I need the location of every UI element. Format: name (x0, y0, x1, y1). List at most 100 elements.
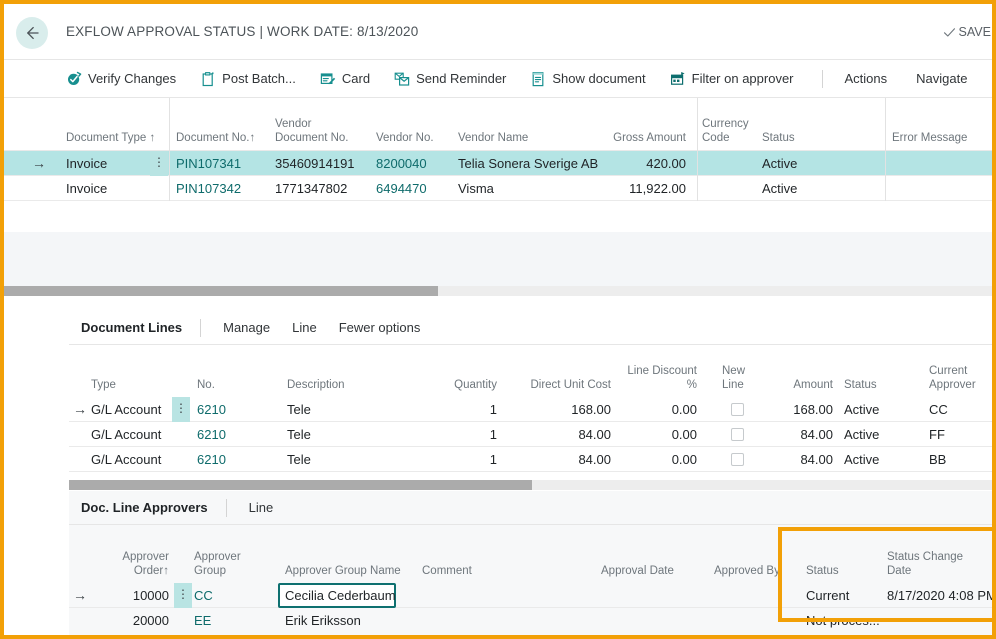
card-button[interactable]: Card (320, 60, 370, 97)
cell-approver-group[interactable]: EE (194, 612, 211, 629)
cell-new-line-checkbox[interactable] (731, 403, 744, 416)
table-row[interactable]: Invoice PIN107342 1771347802 6494470 Vis… (4, 176, 996, 201)
column-header-current-approver[interactable]: Current Approver (929, 365, 993, 392)
column-header-vendor-name[interactable]: Vendor Name (458, 132, 588, 146)
sort-asc-icon: ↑ (250, 132, 256, 144)
cell-direct-unit-cost: 84.00 (509, 426, 611, 443)
cell-approver-group-name: Erik Eriksson (285, 612, 361, 629)
tab-fewer-options[interactable]: Fewer options (339, 320, 421, 335)
column-header-line-discount-pct[interactable]: Line Discount % (625, 365, 697, 392)
column-header-approval-date[interactable]: Approval Date (601, 565, 674, 579)
column-header-vendor-document-no[interactable]: Vendor Document No. (275, 118, 361, 145)
verify-changes-icon (66, 71, 82, 87)
show-document-label: Show document (552, 71, 645, 86)
column-header-amount[interactable]: Amount (769, 379, 833, 393)
column-header-document-type[interactable]: Document Type ↑ (66, 132, 156, 146)
cell-approver-order: 20000 (107, 612, 169, 629)
approvers-header-row: Approver Order↑ Approver Group Approver … (69, 525, 996, 583)
cell-new-line-checkbox[interactable] (731, 428, 744, 441)
column-header-vendor-no[interactable]: Vendor No. (376, 132, 446, 146)
cell-amount: 168.00 (769, 401, 833, 418)
filter-on-approver-button[interactable]: Filter on approver (670, 60, 794, 97)
document-lines-tabbar: Document Lines Manage Line Fewer options (69, 311, 996, 345)
cell-type: G/L Account (91, 426, 161, 443)
cell-vendor-no[interactable]: 8200040 (376, 155, 427, 172)
cell-no[interactable]: 6210 (197, 426, 226, 443)
column-header-new-line[interactable]: New Line (722, 365, 756, 392)
send-reminder-button[interactable]: Send Reminder (394, 60, 506, 97)
column-header-error-message[interactable]: Error Message (892, 132, 996, 146)
grid-empty-area (4, 232, 996, 286)
tab-line[interactable]: Line (292, 320, 317, 335)
column-header-status[interactable]: Status (762, 132, 842, 146)
cell-vendor-name: Telia Sonera Sverige AB (458, 155, 598, 172)
row-menu-button[interactable]: ⋮ (150, 151, 168, 176)
column-divider (169, 151, 170, 176)
cell-current-approver: CC (929, 401, 948, 418)
column-header-document-no[interactable]: Document No.↑ (176, 132, 266, 146)
show-document-button[interactable]: Show document (530, 60, 645, 97)
actions-menu[interactable]: Actions (845, 71, 888, 86)
cell-document-no[interactable]: PIN107341 (176, 155, 241, 172)
saved-label: SAVED (959, 25, 996, 39)
show-document-icon (530, 71, 546, 87)
table-row[interactable]: G/L Account 6210 Tele 1 84.00 0.00 84.00… (69, 447, 996, 472)
column-header-approver-order[interactable]: Approver Order↑ (107, 551, 169, 578)
check-icon (943, 26, 956, 39)
document-lines-horizontal-scrollbar[interactable] (69, 480, 996, 490)
cell-no[interactable]: 6210 (197, 401, 226, 418)
cell-document-type: Invoice (66, 155, 107, 172)
scrollbar-thumb[interactable] (69, 480, 532, 490)
column-header-line-status[interactable]: Status (844, 379, 877, 393)
tab-divider (226, 499, 227, 517)
cell-line-discount-pct: 0.00 (625, 426, 697, 443)
column-header-currency-code[interactable]: Currency Code (702, 118, 752, 145)
table-row[interactable]: → 10000 ⋮ CC Cecilia Cederbaum Current 8… (69, 583, 996, 608)
status-badge: SAVED (943, 25, 996, 39)
row-indicator-icon: → (73, 588, 87, 603)
post-batch-button[interactable]: Post Batch... (200, 60, 296, 97)
column-header-approver-group[interactable]: Approver Group (194, 551, 256, 578)
navigate-menu[interactable]: Navigate (916, 71, 967, 86)
column-header-status-change-date[interactable]: Status Change Date (887, 551, 977, 578)
column-header-approver-status[interactable]: Status (806, 565, 839, 579)
cell-vendor-no[interactable]: 6494470 (376, 180, 427, 197)
column-divider (697, 98, 698, 151)
cell-approver-group[interactable]: CC (194, 587, 213, 604)
cell-line-discount-pct: 0.00 (625, 451, 697, 468)
column-header-direct-unit-cost[interactable]: Direct Unit Cost (509, 379, 611, 393)
cell-direct-unit-cost: 168.00 (509, 401, 611, 418)
tab-line[interactable]: Line (249, 500, 274, 515)
card-icon (320, 71, 336, 87)
card-label: Card (342, 71, 370, 86)
cell-quantity: 1 (439, 401, 497, 418)
column-header-gross-amount[interactable]: Gross Amount (604, 132, 686, 146)
cell-current-approver: FF (929, 426, 945, 443)
column-header-approver-group-name[interactable]: Approver Group Name (285, 565, 401, 579)
column-header-comment[interactable]: Comment (422, 565, 472, 579)
cell-new-line-checkbox[interactable] (731, 453, 744, 466)
column-header-description[interactable]: Description (287, 379, 345, 393)
column-header-type[interactable]: Type (91, 379, 116, 393)
column-header-no[interactable]: No. (197, 379, 215, 393)
table-row[interactable]: → G/L Account ⋮ 6210 Tele 1 168.00 0.00 … (69, 397, 996, 422)
cell-approver-group-name-focused[interactable]: Cecilia Cederbaum (278, 583, 396, 608)
grid-horizontal-scrollbar[interactable] (4, 286, 996, 296)
table-row[interactable]: → Invoice ⋮ PIN107341 35460914191 820004… (4, 151, 996, 176)
table-row[interactable]: G/L Account 6210 Tele 1 84.00 0.00 84.00… (69, 422, 996, 447)
scrollbar-thumb[interactable] (4, 286, 438, 296)
cell-document-no[interactable]: PIN107342 (176, 180, 241, 197)
row-menu-button[interactable]: ⋮ (174, 583, 192, 608)
cell-no[interactable]: 6210 (197, 451, 226, 468)
column-divider (169, 98, 170, 151)
tab-manage[interactable]: Manage (223, 320, 270, 335)
cell-description: Tele (287, 426, 311, 443)
verify-changes-button[interactable]: Verify Changes (66, 60, 176, 97)
column-header-approved-by[interactable]: Approved By (714, 565, 780, 579)
cell-line-status: Active (844, 401, 879, 418)
back-button[interactable] (16, 17, 48, 49)
column-header-quantity[interactable]: Quantity (439, 379, 497, 393)
table-row[interactable]: 20000 EE Erik Eriksson Not proces... (69, 608, 996, 633)
row-menu-button[interactable]: ⋮ (172, 397, 190, 422)
document-lines-title: Document Lines (81, 320, 182, 335)
